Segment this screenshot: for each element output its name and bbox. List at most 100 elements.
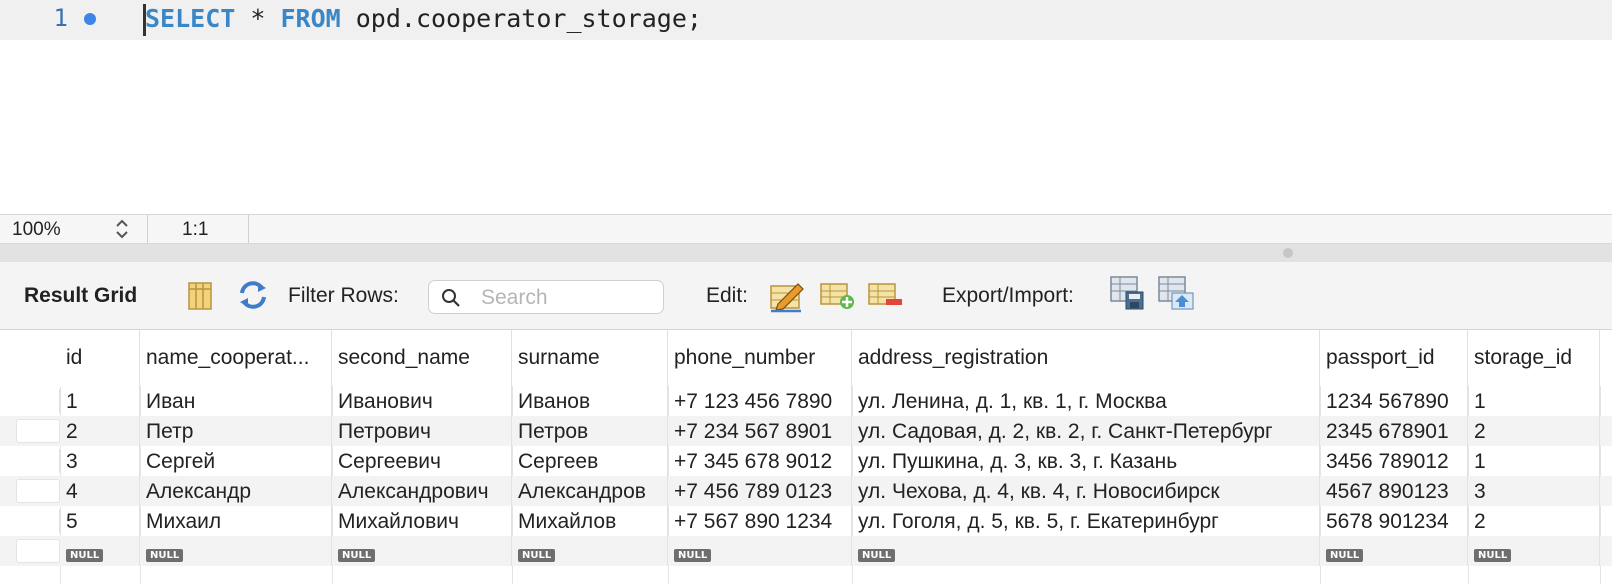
cell-phone[interactable]: +7 456 789 0123	[668, 476, 852, 506]
cell-storage[interactable]: 1	[1468, 386, 1600, 416]
zoom-control[interactable]: 100%	[0, 215, 148, 243]
cell-storage[interactable]: 2	[1468, 416, 1600, 446]
null-badge: NULL	[338, 549, 376, 562]
search-icon	[442, 289, 460, 307]
sql-table-name: opd.cooperator_storage;	[340, 4, 702, 33]
cell-name[interactable]: NULL	[140, 536, 332, 566]
result-toolbar: Result Grid Filter Rows: Edit:	[0, 262, 1612, 330]
cell-passport[interactable]: 2345 678901	[1320, 416, 1468, 446]
cell-phone[interactable]: NULL	[668, 536, 852, 566]
cell-passport[interactable]: 5678 901234	[1320, 506, 1468, 536]
table-row[interactable]: 1 Иван Иванович Иванов +7 123 456 7890 у…	[0, 386, 1612, 416]
panel-splitter[interactable]	[0, 244, 1612, 262]
zoom-stepper-icon[interactable]	[114, 216, 130, 242]
row-selector[interactable]	[16, 479, 60, 503]
sql-editor[interactable]: 1 SELECT * FROM opd.cooperator_storage;	[0, 0, 1612, 214]
cell-second-name[interactable]: Сергеевич	[332, 446, 512, 476]
delete-row-icon[interactable]	[866, 278, 904, 312]
cell-phone[interactable]: +7 345 678 9012	[668, 446, 852, 476]
cell-address[interactable]: ул. Гоголя, д. 5, кв. 5, г. Екатеринбург	[852, 506, 1320, 536]
row-selector[interactable]	[16, 449, 60, 473]
cell-name[interactable]: Иван	[140, 386, 332, 416]
filter-search-box[interactable]	[428, 280, 664, 314]
edit-label: Edit:	[706, 284, 749, 307]
cell-address[interactable]: ул. Чехова, д. 4, кв. 4, г. Новосибирск	[852, 476, 1320, 506]
null-badge: NULL	[1474, 549, 1512, 562]
splitter-handle[interactable]	[1283, 248, 1293, 258]
row-selector[interactable]	[16, 389, 60, 413]
cell-passport[interactable]: 4567 890123	[1320, 476, 1468, 506]
cell-name[interactable]: Петр	[140, 416, 332, 446]
result-grid-title: Result Grid	[24, 284, 138, 307]
export-icon[interactable]	[1108, 274, 1146, 312]
zoom-value: 100%	[12, 219, 61, 240]
column-header-passport-id[interactable]: passport_id	[1320, 330, 1468, 386]
cell-second-name[interactable]: NULL	[332, 536, 512, 566]
cell-surname[interactable]: Александров	[512, 476, 668, 506]
cell-storage[interactable]: NULL	[1468, 536, 1600, 566]
cell-id[interactable]: 2	[60, 416, 140, 446]
column-header-surname[interactable]: surname	[512, 330, 668, 386]
column-header-phone-number[interactable]: phone_number	[668, 330, 852, 386]
cursor-position: 1:1	[148, 215, 249, 243]
cell-id[interactable]: 3	[60, 446, 140, 476]
cell-surname[interactable]: Петров	[512, 416, 668, 446]
cell-phone[interactable]: +7 234 567 8901	[668, 416, 852, 446]
cell-name[interactable]: Михаил	[140, 506, 332, 536]
filter-rows-input[interactable]	[481, 285, 651, 311]
column-header-id[interactable]: id	[60, 330, 140, 386]
row-selector[interactable]	[16, 419, 60, 443]
cell-id[interactable]: 5	[60, 506, 140, 536]
cell-storage[interactable]: 3	[1468, 476, 1600, 506]
column-header-storage-id[interactable]: storage_id	[1468, 330, 1600, 386]
result-grid[interactable]: id name_cooperat... second_name surname …	[0, 330, 1612, 584]
cell-surname[interactable]: Иванов	[512, 386, 668, 416]
cell-surname[interactable]: NULL	[512, 536, 668, 566]
export-import-label: Export/Import:	[942, 284, 1074, 307]
editor-status-bar: 100% 1:1	[0, 214, 1612, 244]
cell-phone[interactable]: +7 123 456 7890	[668, 386, 852, 416]
cell-name[interactable]: Александр	[140, 476, 332, 506]
new-row[interactable]: NULL NULL NULL NULL NULL NULL NULL NULL	[0, 536, 1612, 566]
import-icon[interactable]	[1156, 274, 1196, 312]
cell-phone[interactable]: +7 567 890 1234	[668, 506, 852, 536]
cell-passport[interactable]: 1234 567890	[1320, 386, 1468, 416]
cursor-position-value: 1:1	[182, 219, 209, 240]
editor-current-line[interactable]: 1 SELECT * FROM opd.cooperator_storage;	[0, 0, 1612, 40]
edit-cell-icon[interactable]	[768, 278, 806, 314]
cell-storage[interactable]: 1	[1468, 446, 1600, 476]
row-selector[interactable]	[16, 539, 60, 563]
cell-surname[interactable]: Сергеев	[512, 446, 668, 476]
null-badge: NULL	[146, 549, 184, 562]
cell-id[interactable]: 4	[60, 476, 140, 506]
sql-statement[interactable]: SELECT * FROM opd.cooperator_storage;	[145, 4, 702, 33]
cell-second-name[interactable]: Александрович	[332, 476, 512, 506]
table-row[interactable]: 5 Михаил Михайлович Михайлов +7 567 890 …	[0, 506, 1612, 536]
table-row[interactable]: 2 Петр Петрович Петров +7 234 567 8901 у…	[0, 416, 1612, 446]
column-header-second-name[interactable]: second_name	[332, 330, 512, 386]
cell-name[interactable]: Сергей	[140, 446, 332, 476]
cell-id[interactable]: NULL	[60, 536, 140, 566]
cell-address[interactable]: ул. Пушкина, д. 3, кв. 3, г. Казань	[852, 446, 1320, 476]
cell-second-name[interactable]: Иванович	[332, 386, 512, 416]
refresh-icon[interactable]	[236, 278, 270, 312]
cell-second-name[interactable]: Михайлович	[332, 506, 512, 536]
cell-address[interactable]: ул. Ленина, д. 1, кв. 1, г. Москва	[852, 386, 1320, 416]
column-header-address-registration[interactable]: address_registration	[852, 330, 1320, 386]
column-layout-icon[interactable]	[186, 280, 214, 312]
row-selector[interactable]	[16, 509, 60, 533]
cell-second-name[interactable]: Петрович	[332, 416, 512, 446]
cell-storage[interactable]: 2	[1468, 506, 1600, 536]
cell-surname[interactable]: Михайлов	[512, 506, 668, 536]
cell-id[interactable]: 1	[60, 386, 140, 416]
cell-passport[interactable]: 3456 789012	[1320, 446, 1468, 476]
cell-address[interactable]: ул. Садовая, д. 2, кв. 2, г. Санкт-Петер…	[852, 416, 1320, 446]
sql-keyword-from: FROM	[280, 4, 341, 33]
cell-passport[interactable]: NULL	[1320, 536, 1468, 566]
column-header-name-cooperator[interactable]: name_cooperat...	[140, 330, 332, 386]
table-row[interactable]: 4 Александр Александрович Александров +7…	[0, 476, 1612, 506]
add-row-icon[interactable]	[818, 278, 856, 312]
statement-marker-icon	[84, 13, 96, 25]
cell-address[interactable]: NULL	[852, 536, 1320, 566]
table-row[interactable]: 3 Сергей Сергеевич Сергеев +7 345 678 90…	[0, 446, 1612, 476]
